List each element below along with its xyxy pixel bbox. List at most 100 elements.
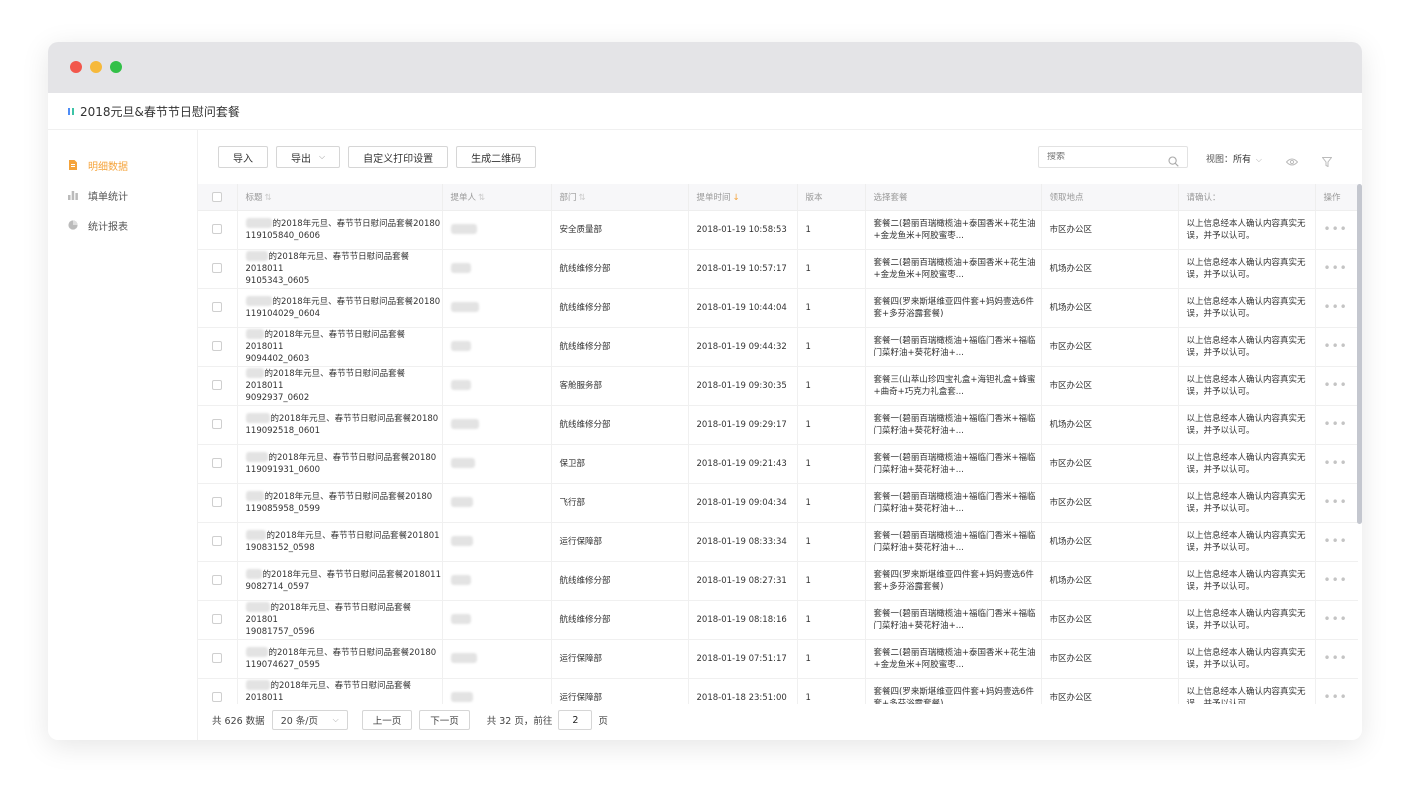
department-cell: 航线维修分部 [551,249,689,289]
qr-button-label: 生成二维码 [471,153,522,165]
row-checkbox[interactable] [212,224,223,234]
more-options-icon[interactable]: ••• [1324,261,1348,275]
prev-page-button[interactable]: 上一页 [361,710,413,730]
row-checkbox[interactable] [212,302,223,312]
package-line-1: 套餐一(碧丽百瑞橄榄油+福临门香米+福临 [873,608,1036,619]
submit-time-cell: 2018-01-19 09:04:34 [688,483,798,523]
row-checkbox[interactable] [212,458,223,468]
title-cell: 的2018年元旦、春节节日慰问品套餐20180 119074627_0595 [237,639,443,679]
row-checkbox[interactable] [212,497,223,507]
table-row[interactable]: 的2018年元旦、春节节日慰问品套餐20180 119105840_0606 安全质… [198,210,1358,250]
page-size-select[interactable]: 20 条/页 ⌵ [271,710,348,730]
next-page-button[interactable]: 下一页 [419,710,470,730]
title-cell: 的2018年元旦、春节节日慰问品套餐2018011 9092937_0602 [237,366,443,406]
submitter-cell [442,561,552,601]
title-line-1: 的2018年元旦、春节节日慰问品套餐2018011 [245,329,406,352]
confirm-cell: 以上信息经本人确认内容真实无 误，并予以认可。 [1178,327,1316,367]
more-options-icon[interactable]: ••• [1324,456,1348,470]
row-checkbox[interactable] [212,575,223,585]
row-checkbox[interactable] [212,263,223,273]
row-checkbox[interactable] [212,341,223,351]
search-box [1038,146,1188,168]
table-row[interactable]: 的2018年元旦、春节节日慰问品套餐20180118234959_0594 运行保… [198,678,1358,704]
package-cell: 套餐一(碧丽百瑞橄榄油+福临门香米+福临 门菜籽油+葵花籽油+... [865,600,1042,640]
package-line-2: 门菜籽油+葵花籽油+... [873,542,964,553]
title-cell: 的2018年元旦、春节节日慰问品套餐201801 19081757_0596 [237,600,443,640]
import-button[interactable]: 导入 [218,146,268,168]
more-options-icon[interactable]: ••• [1324,651,1348,665]
row-checkbox[interactable] [212,692,223,702]
sidebar-item-detail-data[interactable]: 明细数据 [48,150,197,180]
redacted-submitter [450,458,475,468]
logo-icon [68,107,74,115]
table-row[interactable]: 的2018年元旦、春节节日慰问品套餐20180 119085958_0599 飞行部… [198,483,1358,523]
table-row[interactable]: 的2018年元旦、春节节日慰问品套餐20180 119074627_0595 运行保… [198,639,1358,679]
table-row[interactable]: 的2018年元旦、春节节日慰问品套餐20180 119092518_0601 航线维… [198,405,1358,445]
select-all-checkbox[interactable] [212,191,223,202]
column-header-title[interactable]: 标题 ⇅ [237,184,443,211]
generate-qr-button[interactable]: 生成二维码 [456,146,537,168]
package-line-2: 门菜籽油+葵花籽油+... [873,347,964,358]
table-row[interactable]: 的2018年元旦、春节节日慰问品套餐20180 119104029_0604 航线维… [198,288,1358,328]
sidebar-item-stat-report[interactable]: 统计报表 [48,210,197,240]
row-checkbox[interactable] [212,614,223,624]
more-options-icon[interactable]: ••• [1324,222,1348,236]
more-options-icon[interactable]: ••• [1324,378,1348,392]
confirm-cell: 以上信息经本人确认内容真实无 误，并予以认可。 [1178,210,1316,250]
column-header-pickup-location: 领取地点 [1041,184,1179,211]
column-header-department[interactable]: 部门 ⇅ [551,184,689,211]
package-line-1: 套餐四(罗来斯堪维亚四件套+妈妈壹选6件 [873,296,1034,307]
vertical-scrollbar[interactable] [1357,184,1362,524]
confirm-line-1: 以上信息经本人确认内容真实无 [1186,413,1306,424]
close-window-button[interactable] [70,61,82,73]
column-header-submitter[interactable]: 提单人 ⇅ [442,184,552,211]
submitter-cell [442,600,552,640]
export-button[interactable]: 导出 ⌵ [276,146,341,168]
package-line-1: 套餐二(碧丽百瑞橄榄油+泰国香米+花生油 [873,257,1036,268]
row-checkbox[interactable] [212,536,223,546]
column-header-submit-time[interactable]: 提单时间 ↓ [688,184,798,211]
sort-icon[interactable]: ⇅ [478,193,485,203]
more-options-icon[interactable]: ••• [1324,573,1348,587]
maximize-window-button[interactable] [110,61,122,73]
table-row[interactable]: 的2018年元旦、春节节日慰问品套餐20180 119091931_0600 保卫部… [198,444,1358,484]
sidebar-item-fill-stats[interactable]: 填单统计 [48,180,197,210]
sort-icon[interactable]: ⇅ [579,193,586,203]
table-row[interactable]: 的2018年元旦、春节节日慰问品套餐2018011 9082714_0597 航线维… [198,561,1358,601]
table-row[interactable]: 的2018年元旦、春节节日慰问品套餐2018011 9105343_0605 航线维… [198,249,1358,289]
table-row[interactable]: 的2018年元旦、春节节日慰问品套餐2018011 9092937_0602 客舱服… [198,366,1358,406]
package-line-1: 套餐一(碧丽百瑞橄榄油+福临门香米+福临 [873,452,1036,463]
title-line-2: 19081757_0596 [245,626,315,637]
more-options-icon[interactable]: ••• [1324,300,1348,314]
minimize-window-button[interactable] [90,61,102,73]
page-jump-input[interactable]: 2 [558,710,593,730]
actions-cell: ••• [1315,561,1358,601]
row-checkbox[interactable] [212,380,223,390]
page-suffix: 页 [598,716,608,727]
more-options-icon[interactable]: ••• [1324,339,1348,353]
confirm-line-1: 以上信息经本人确认内容真实无 [1186,569,1306,580]
filter-icon[interactable] [1321,152,1333,171]
version-cell: 1 [797,444,866,484]
package-line-2: 门菜籽油+葵花籽油+... [873,503,964,514]
search-icon[interactable] [1168,152,1179,167]
more-options-icon[interactable]: ••• [1324,495,1348,509]
row-checkbox[interactable] [212,419,223,429]
search-input[interactable] [1047,152,1168,162]
view-selector[interactable]: 视图：所有 ⌵ [1206,152,1262,165]
table-row[interactable]: 的2018年元旦、春节节日慰问品套餐201801 19083152_0598 运行保… [198,522,1358,562]
table-row[interactable]: 的2018年元旦、春节节日慰问品套餐201801 19081757_0596 航线维… [198,600,1358,640]
more-options-icon[interactable]: ••• [1324,534,1348,548]
row-checkbox[interactable] [212,653,223,663]
title-line-2: 9092937_0602 [245,392,310,403]
eye-icon[interactable] [1285,152,1299,171]
table-row[interactable]: 的2018年元旦、春节节日慰问品套餐2018011 9094402_0603 航线维… [198,327,1358,367]
title-line-1: 的2018年元旦、春节节日慰问品套餐20180 [272,296,441,307]
sort-icon[interactable]: ⇅ [265,193,272,203]
redacted-submitter [450,302,479,312]
column-header-confirm: 请确认： [1178,184,1316,211]
sort-desc-icon[interactable]: ↓ [733,193,740,203]
custom-print-settings-button[interactable]: 自定义打印设置 [348,146,449,168]
more-options-icon[interactable]: ••• [1324,612,1348,626]
more-options-icon[interactable]: ••• [1324,417,1348,431]
